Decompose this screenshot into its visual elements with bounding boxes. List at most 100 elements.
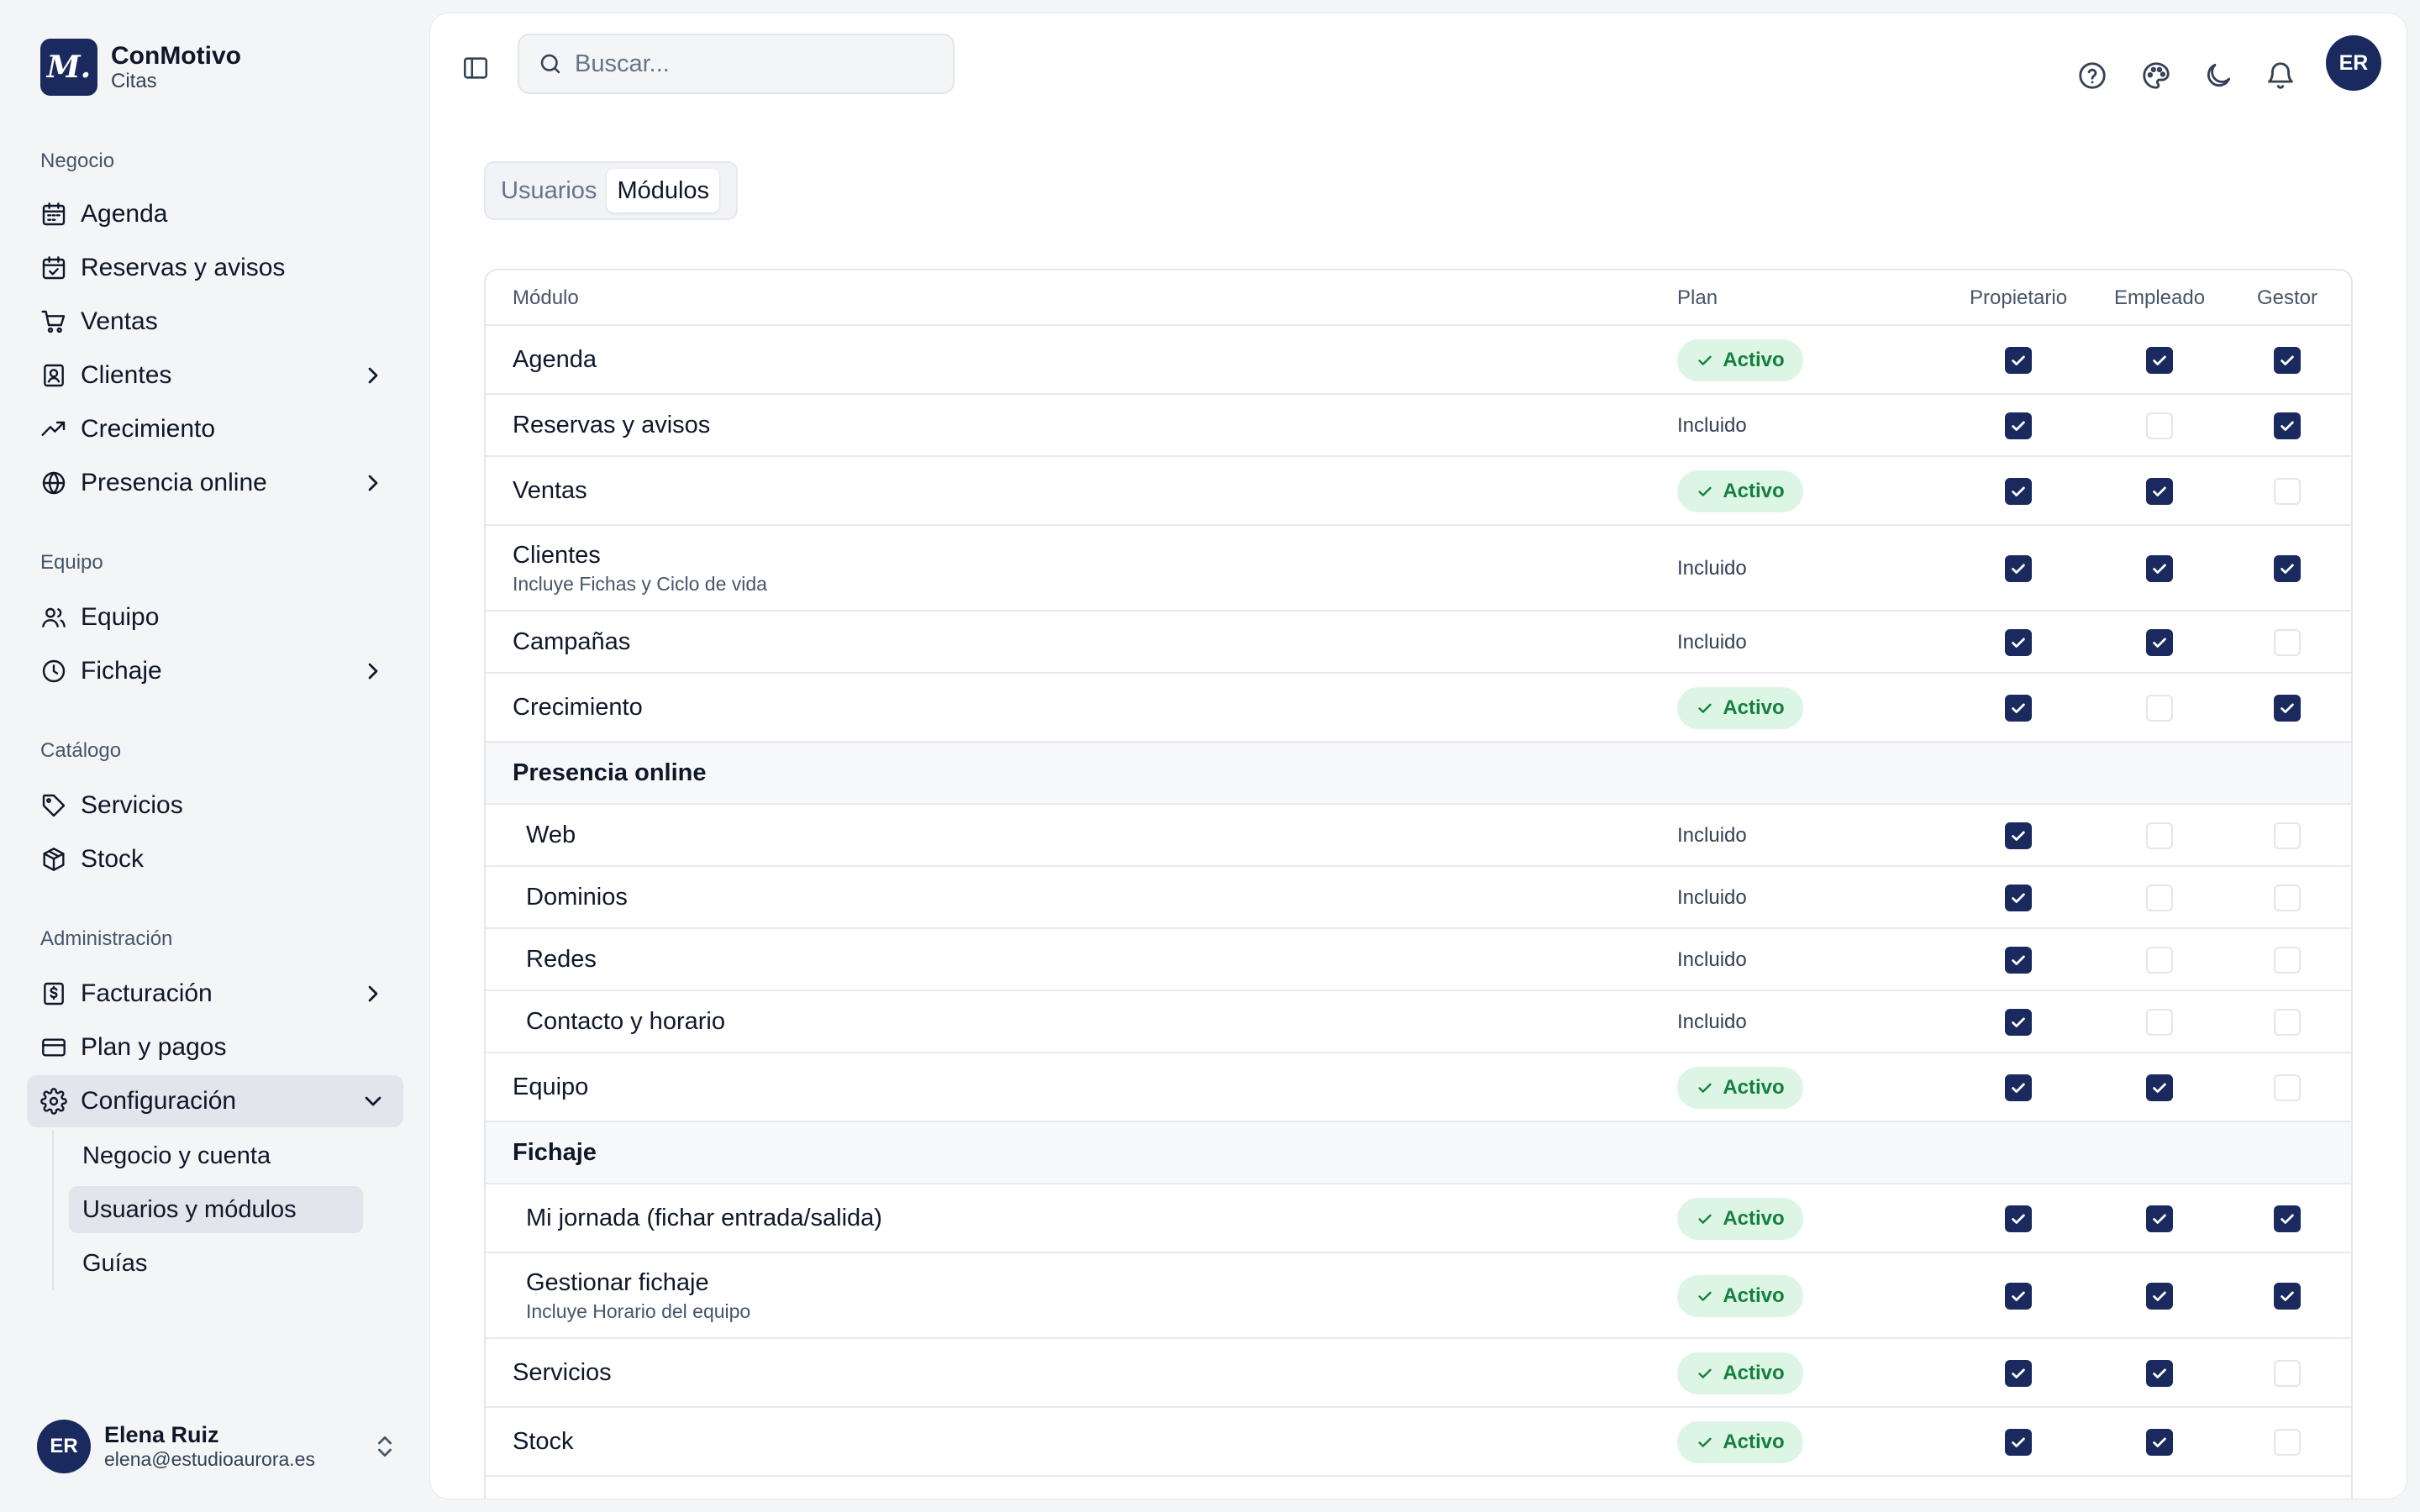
checkbox-propietario[interactable] <box>2005 629 2032 656</box>
sidebar-item-label: Plan y pagos <box>81 1033 227 1061</box>
sidebar-item-stock[interactable]: Stock <box>27 833 403 885</box>
checkbox-gestor[interactable] <box>2274 555 2301 582</box>
checkbox-empleado[interactable] <box>2146 412 2173 439</box>
sidebar-item-plan[interactable]: Plan y pagos <box>27 1021 403 1074</box>
checkbox-empleado[interactable] <box>2146 1429 2173 1456</box>
sidebar-subitem-guias[interactable]: Guías <box>69 1240 363 1287</box>
sidebar-item-crecimiento[interactable]: Crecimiento <box>27 403 403 455</box>
module-name: Stock <box>513 1428 574 1456</box>
notifications-button[interactable] <box>2264 59 2297 92</box>
status-badge-label: Activo <box>1723 696 1785 719</box>
check-icon <box>1698 355 1712 365</box>
checkbox-propietario[interactable] <box>2005 1009 2032 1036</box>
module-title: Dominios <box>526 884 628 911</box>
checkbox-empleado[interactable] <box>2146 478 2173 505</box>
dark-mode-button[interactable] <box>2202 59 2235 92</box>
check-icon <box>1698 703 1712 713</box>
checkbox-empleado[interactable] <box>2146 822 2173 849</box>
search-input[interactable] <box>575 50 928 78</box>
user-menu[interactable]: ER Elena Ruiz elena@estudioaurora.es <box>37 1420 398 1473</box>
checkbox-empleado[interactable] <box>2146 885 2173 911</box>
checkbox-gestor[interactable] <box>2274 412 2301 439</box>
checkbox-propietario[interactable] <box>2005 1360 2032 1387</box>
sidebar-item-fichaje[interactable]: Fichaje <box>27 645 403 697</box>
checkbox-empleado[interactable] <box>2146 1283 2173 1310</box>
checkbox-propietario[interactable] <box>2005 1074 2032 1101</box>
plan-included-label: Incluido <box>1677 1011 1747 1033</box>
checkbox-propietario[interactable] <box>2005 695 2032 722</box>
avatar[interactable]: ER <box>2326 35 2381 91</box>
checkbox-propietario[interactable] <box>2005 1205 2032 1232</box>
sidebar-item-equipo[interactable]: Equipo <box>27 591 403 643</box>
sidebar-toggle-button[interactable] <box>457 50 494 87</box>
sidebar-item-ventas[interactable]: Ventas <box>27 296 403 348</box>
plan-included-label: Incluido <box>1677 414 1747 437</box>
theme-palette-button[interactable] <box>2139 59 2173 92</box>
checkbox-gestor[interactable] <box>2274 1074 2301 1101</box>
sidebar-item-presencia[interactable]: Presencia online <box>27 457 403 509</box>
table-row: Ventas Activo <box>486 457 2351 526</box>
checkbox-empleado[interactable] <box>2146 1074 2173 1101</box>
checkbox-gestor[interactable] <box>2274 629 2301 656</box>
tab-usuarios[interactable]: Usuarios <box>491 169 607 213</box>
sidebar-subitem-usuarios-modulos[interactable]: Usuarios y módulos <box>69 1186 363 1233</box>
sidebar-item-servicios[interactable]: Servicios <box>27 780 403 832</box>
tab-modulos[interactable]: Módulos <box>607 169 720 213</box>
sidebar-item-agenda[interactable]: Agenda <box>27 188 403 240</box>
checkbox-propietario[interactable] <box>2005 478 2032 505</box>
sidebar-item-clientes[interactable]: Clientes <box>27 349 403 402</box>
checkbox-gestor[interactable] <box>2274 1009 2301 1036</box>
checkbox-gestor[interactable] <box>2274 1283 2301 1310</box>
sidebar-item-label: Ventas <box>81 307 158 335</box>
sidebar-item-label: Configuración <box>81 1087 237 1115</box>
checkbox-empleado[interactable] <box>2146 947 2173 974</box>
help-button[interactable] <box>2075 59 2109 92</box>
checkbox-propietario[interactable] <box>2005 822 2032 849</box>
checkbox-propietario[interactable] <box>2005 885 2032 911</box>
checkbox-empleado[interactable] <box>2146 555 2173 582</box>
search-box[interactable] <box>518 34 955 94</box>
checkbox-empleado[interactable] <box>2146 629 2173 656</box>
sidebar-subitem-negocio-cuenta[interactable]: Negocio y cuenta <box>69 1132 363 1179</box>
checkbox-gestor[interactable] <box>2274 695 2301 722</box>
checkbox-gestor[interactable] <box>2274 885 2301 911</box>
sidebar-item-configuracion[interactable]: Configuración <box>27 1075 403 1127</box>
table-row <box>486 1477 2351 1499</box>
table-row: Stock Activo <box>486 1408 2351 1477</box>
brand[interactable]: M. ConMotivo Citas <box>40 39 241 96</box>
checkbox-propietario[interactable] <box>2005 555 2032 582</box>
checkbox-gestor[interactable] <box>2274 822 2301 849</box>
calendar-icon <box>40 201 67 228</box>
checkbox-empleado[interactable] <box>2146 1009 2173 1036</box>
chevron-right-icon <box>368 367 378 384</box>
sidebar-item-reservas[interactable]: Reservas y avisos <box>27 242 403 294</box>
check-icon <box>1698 1437 1712 1447</box>
module-name: Presencia online <box>513 759 707 787</box>
module-title: Contacto y horario <box>526 1008 725 1035</box>
search-icon <box>540 54 560 74</box>
table-header: Módulo Plan Propietario Empleado Gestor <box>486 270 2351 326</box>
chevron-down-icon <box>365 1096 381 1106</box>
checkbox-gestor[interactable] <box>2274 947 2301 974</box>
checkbox-propietario[interactable] <box>2005 1283 2032 1310</box>
sidebar-item-facturacion[interactable]: Facturación <box>27 968 403 1020</box>
checkbox-gestor[interactable] <box>2274 1429 2301 1456</box>
checkbox-propietario[interactable] <box>2005 1429 2032 1456</box>
section-catalogo: Catálogo <box>40 739 122 762</box>
checkbox-propietario[interactable] <box>2005 412 2032 439</box>
bell-icon <box>2268 62 2293 89</box>
table-group-row: Fichaje <box>486 1122 2351 1184</box>
module-title: Stock <box>513 1428 574 1455</box>
checkbox-empleado[interactable] <box>2146 1360 2173 1387</box>
checkbox-gestor[interactable] <box>2274 1205 2301 1232</box>
checkbox-empleado[interactable] <box>2146 1205 2173 1232</box>
checkbox-gestor[interactable] <box>2274 478 2301 505</box>
checkbox-empleado[interactable] <box>2146 695 2173 722</box>
checkbox-gestor[interactable] <box>2274 347 2301 374</box>
checkbox-gestor[interactable] <box>2274 1360 2301 1387</box>
table-row: Gestionar fichaje Incluye Horario del equ… <box>486 1253 2351 1339</box>
checkbox-propietario[interactable] <box>2005 947 2032 974</box>
status-badge: Activo <box>1677 1352 1803 1394</box>
checkbox-empleado[interactable] <box>2146 347 2173 374</box>
checkbox-propietario[interactable] <box>2005 347 2032 374</box>
